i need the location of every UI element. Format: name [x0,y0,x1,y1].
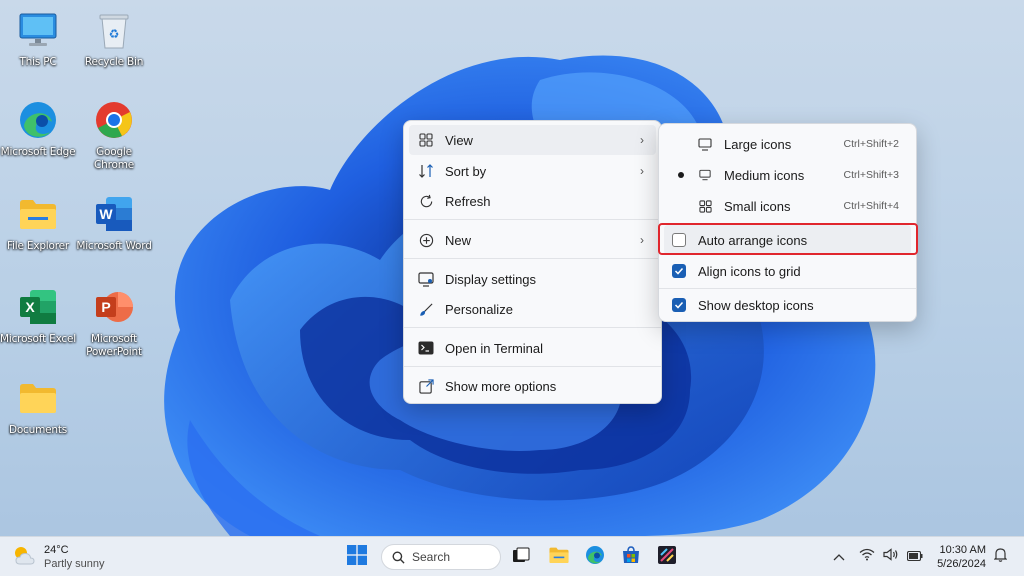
taskbar-store[interactable] [618,544,644,570]
clock-time: 10:30 AM [939,544,986,556]
show-hidden-icons-button[interactable] [830,545,848,569]
monitor-icon [694,133,716,155]
monitor-icon [16,8,60,52]
menu-separator [404,219,661,220]
menu-item-view[interactable]: View › [409,125,656,155]
checkbox-checked-icon[interactable] [672,298,686,312]
menu-item-sort-by[interactable]: Sort by › [409,156,656,186]
clock[interactable]: 10:30 AM 5/26/2024 [937,543,986,571]
chevron-right-icon: › [640,233,644,247]
taskbar: 24°C Partly sunny Search 10:30 AM 5/26/2… [0,536,1024,576]
search-icon [392,551,405,564]
chevron-up-icon [833,548,845,566]
display-icon [415,268,437,290]
app-icon [658,545,676,569]
partly-sunny-icon [12,544,38,571]
checkbox-checked-icon[interactable] [672,264,686,278]
desktop-icon-recycle-bin[interactable]: ♻ Recycle Bin [76,8,152,69]
wifi-icon [859,548,875,566]
quick-settings-button[interactable] [858,545,924,569]
task-view-button[interactable] [509,545,533,569]
submenu-item-large-icons[interactable]: Large icons Ctrl+Shift+2 [664,129,911,159]
chevron-right-icon: › [640,164,644,178]
desktop-icon-excel[interactable]: X Microsoft Excel [0,285,76,346]
menu-separator [659,288,916,289]
chrome-icon [92,98,136,142]
terminal-icon [415,337,437,359]
submenu-item-medium-icons[interactable]: Medium icons Ctrl+Shift+3 [664,160,911,190]
monitor-icon [694,164,716,186]
submenu-item-show-desktop-icons[interactable]: Show desktop icons [664,290,911,320]
menu-item-new[interactable]: New › [409,225,656,255]
checkbox-unchecked-icon[interactable] [672,233,686,247]
weather-temperature: 24°C [44,544,69,556]
taskbar-edge[interactable] [582,544,608,570]
menu-separator [404,327,661,328]
submenu-item-auto-arrange-icons[interactable]: Auto arrange icons [664,225,911,255]
submenu-item-small-icons[interactable]: Small icons Ctrl+Shift+4 [664,191,911,221]
menu-item-personalize[interactable]: Personalize [409,294,656,324]
desktop-icon-powerpoint[interactable]: P Microsoft PowerPoint [76,285,152,359]
task-view-icon [512,547,530,568]
grid-view-icon [415,129,437,151]
search-placeholder: Search [412,550,451,564]
menu-item-open-in-terminal[interactable]: Open in Terminal [409,333,656,363]
clock-date: 5/26/2024 [937,558,986,570]
taskbar-app[interactable] [654,544,680,570]
submenu-item-align-icons-to-grid[interactable]: Align icons to grid [664,256,911,286]
weather-description: Partly sunny [44,558,105,570]
sort-icon [415,160,437,182]
desktop-icon-documents[interactable]: Documents [0,376,76,437]
menu-item-refresh[interactable]: Refresh [409,186,656,216]
svg-text:P: P [101,299,110,315]
bell-icon [993,547,1007,567]
desktop-icon-this-pc[interactable]: This PC [0,8,76,69]
selected-bullet-icon [678,172,684,178]
desktop-icon-edge[interactable]: Microsoft Edge [0,98,76,159]
folder-icon [16,376,60,420]
store-icon [621,545,641,570]
desktop-icon-file-explorer[interactable]: File Explorer [0,192,76,253]
edge-icon [16,98,60,142]
weather-widget[interactable]: 24°C Partly sunny [12,543,105,571]
desktop-context-menu: View › Sort by › Refresh New › Display s… [403,120,662,404]
battery-icon [906,548,923,566]
excel-icon: X [16,285,60,329]
svg-text:♻: ♻ [109,27,120,41]
plus-circle-icon [415,229,437,251]
view-submenu: Large icons Ctrl+Shift+2 Medium icons Ct… [658,123,917,322]
folder-icon [548,546,570,569]
brush-icon [415,298,437,320]
edge-icon [585,545,605,570]
volume-icon [883,548,899,566]
desktop-icon-chrome[interactable]: Google Chrome [76,98,152,172]
refresh-icon [415,190,437,212]
share-icon [415,375,437,397]
taskbar-file-explorer[interactable] [546,544,572,570]
svg-text:X: X [25,299,35,315]
menu-separator [404,258,661,259]
svg-text:W: W [99,206,113,222]
grid-view-icon [694,195,716,217]
desktop-icon-word[interactable]: W Microsoft Word [76,192,152,253]
taskbar-search-box[interactable]: Search [381,544,501,570]
menu-item-show-more-options[interactable]: Show more options [409,371,656,401]
powerpoint-icon: P [92,285,136,329]
windows-logo-icon [347,544,367,570]
word-icon: W [92,192,136,236]
recycle-bin-icon: ♻ [92,8,136,52]
folder-icon [16,192,60,236]
menu-separator [404,366,661,367]
chevron-right-icon: › [640,133,644,147]
start-button[interactable] [345,544,369,570]
notifications-button[interactable] [990,545,1010,569]
menu-item-display-settings[interactable]: Display settings [409,264,656,294]
